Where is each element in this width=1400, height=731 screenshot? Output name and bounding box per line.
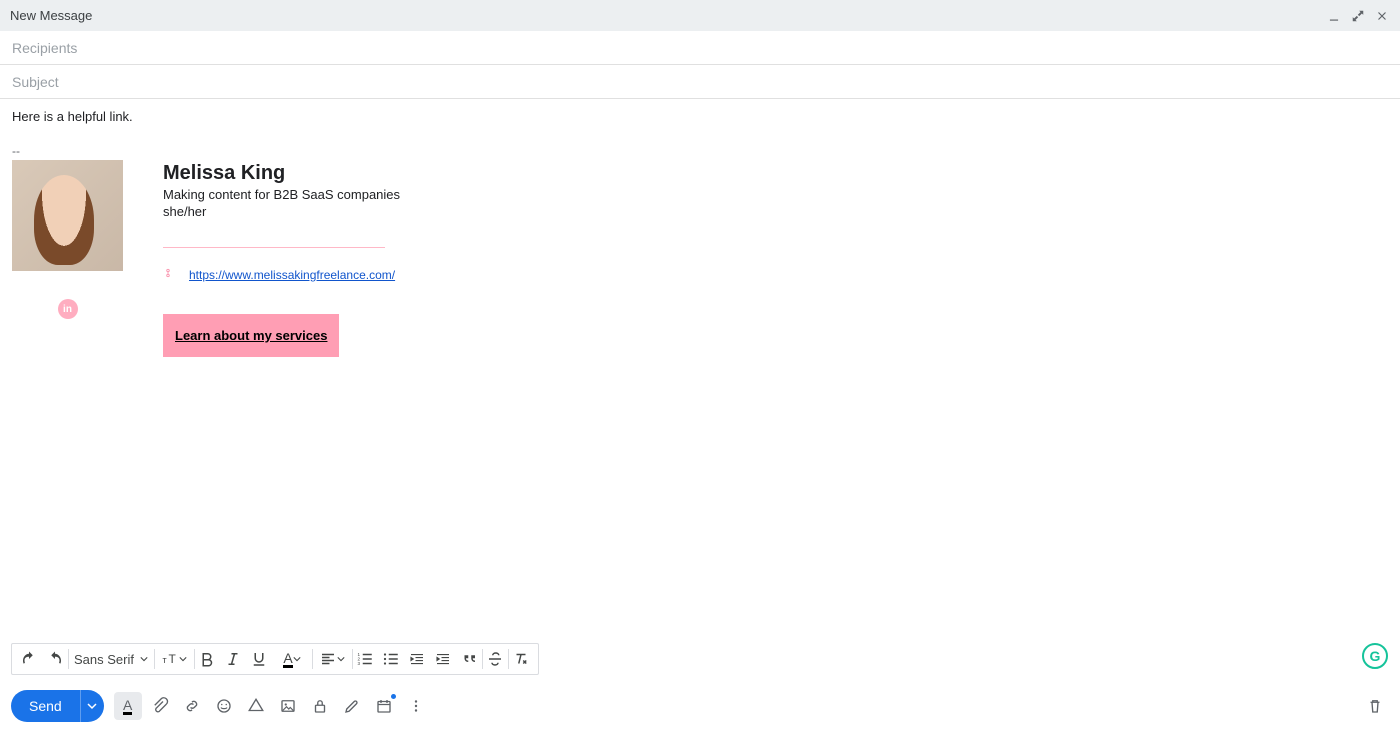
- signature-link-row: https://www.melissakingfreelance.com/: [163, 266, 400, 282]
- svg-text:T: T: [168, 652, 176, 666]
- window-controls: [1326, 8, 1390, 24]
- chevron-down-icon: [293, 655, 301, 663]
- signature-website-link[interactable]: https://www.melissakingfreelance.com/: [189, 268, 395, 282]
- send-bar-left: Send A: [11, 690, 430, 722]
- text-color-button[interactable]: A: [272, 645, 312, 673]
- recipients-row[interactable]: [0, 31, 1400, 65]
- linkedin-icon[interactable]: in: [58, 299, 78, 319]
- more-options-button[interactable]: [402, 692, 430, 720]
- window-titlebar: New Message: [0, 0, 1400, 31]
- chevron-down-icon: [140, 655, 148, 663]
- clear-format-button[interactable]: [508, 645, 534, 673]
- align-button[interactable]: [312, 645, 352, 673]
- insert-emoji-button[interactable]: [210, 692, 238, 720]
- close-icon[interactable]: [1374, 8, 1390, 24]
- insert-signature-button[interactable]: [338, 692, 366, 720]
- insert-link-button[interactable]: [178, 692, 206, 720]
- confidential-mode-button[interactable]: [306, 692, 334, 720]
- formatting-toggle-button[interactable]: A: [114, 692, 142, 720]
- text-color-letter: A: [283, 651, 292, 668]
- svg-text:т: т: [162, 655, 166, 665]
- email-body[interactable]: Here is a helpful link. -- in Melissa Ki…: [0, 99, 1400, 639]
- redo-button[interactable]: [42, 645, 68, 673]
- signature-cta-button[interactable]: Learn about my services: [163, 314, 339, 357]
- grammarly-icon[interactable]: G: [1362, 643, 1388, 669]
- subject-input[interactable]: [12, 74, 1388, 90]
- signature-tagline: Making content for B2B SaaS companies: [163, 187, 400, 202]
- notification-dot-icon: [391, 694, 396, 699]
- email-signature: in Melissa King Making content for B2B S…: [12, 160, 1388, 357]
- avatar: [12, 160, 123, 271]
- signature-divider: [163, 247, 385, 248]
- indent-less-button[interactable]: [404, 645, 430, 673]
- subject-row[interactable]: [0, 65, 1400, 99]
- link-section-icon: [163, 266, 173, 282]
- popout-icon[interactable]: [1350, 8, 1366, 24]
- text-color-letter: A: [123, 698, 132, 715]
- svg-text:3: 3: [357, 661, 360, 666]
- chevron-down-icon: [87, 701, 97, 711]
- send-more-button[interactable]: [80, 690, 104, 722]
- signature-right: Melissa King Making content for B2B SaaS…: [163, 160, 400, 357]
- bold-button[interactable]: [194, 645, 220, 673]
- signature-separator: --: [12, 144, 1388, 158]
- font-size-button[interactable]: тT: [154, 645, 194, 673]
- signature-website[interactable]: https://www.melissakingfreelance.com/: [189, 267, 395, 282]
- signature-name: Melissa King: [163, 162, 400, 185]
- undo-button[interactable]: [16, 645, 42, 673]
- send-button[interactable]: Send: [11, 690, 80, 722]
- format-toolbar: Sans Serif тT A 123: [11, 643, 539, 675]
- font-select[interactable]: Sans Serif: [68, 645, 154, 673]
- minimize-icon[interactable]: [1326, 8, 1342, 24]
- send-button-group: Send: [11, 690, 104, 722]
- numbered-list-button[interactable]: 123: [352, 645, 378, 673]
- insert-photo-button[interactable]: [274, 692, 302, 720]
- chevron-down-icon: [337, 655, 345, 663]
- signature-left: in: [12, 160, 123, 357]
- bullet-list-button[interactable]: [378, 645, 404, 673]
- schedule-send-button[interactable]: [370, 692, 398, 720]
- chevron-down-icon: [179, 655, 187, 663]
- signature-pronouns: she/her: [163, 204, 400, 219]
- underline-button[interactable]: [246, 645, 272, 673]
- font-label: Sans Serif: [74, 652, 134, 667]
- recipients-input[interactable]: [12, 40, 1388, 56]
- quote-button[interactable]: [456, 645, 482, 673]
- attach-file-button[interactable]: [146, 692, 174, 720]
- indent-more-button[interactable]: [430, 645, 456, 673]
- window-title: New Message: [10, 8, 92, 23]
- strikethrough-button[interactable]: [482, 645, 508, 673]
- italic-button[interactable]: [220, 645, 246, 673]
- send-bar: Send A: [11, 690, 1389, 722]
- discard-draft-button[interactable]: [1361, 692, 1389, 720]
- body-text[interactable]: Here is a helpful link.: [12, 109, 1388, 124]
- insert-drive-button[interactable]: [242, 692, 270, 720]
